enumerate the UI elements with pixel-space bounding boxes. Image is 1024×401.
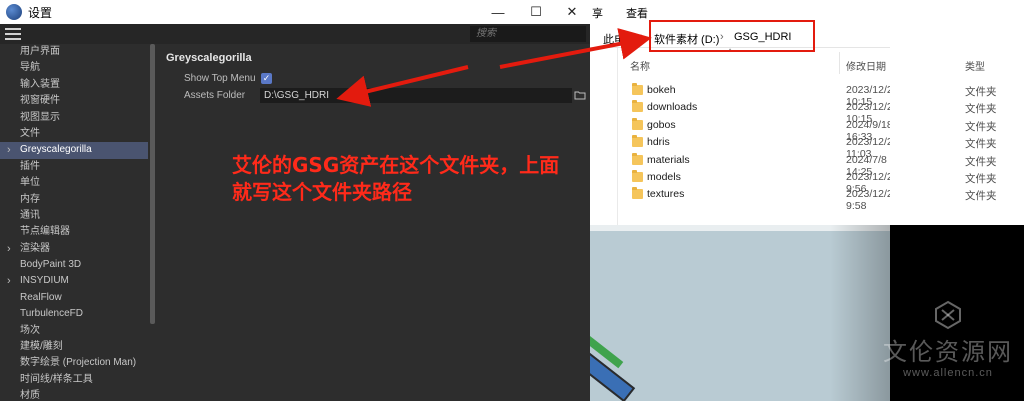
folder-icon <box>632 83 643 95</box>
menu-share[interactable]: 享 <box>592 5 603 21</box>
column-header-type[interactable]: 类型 <box>965 58 985 73</box>
settings-toolbar <box>0 24 590 44</box>
settings-panel: Greyscalegorilla Show Top Menu ✓ Assets … <box>158 44 590 401</box>
sidebar-item[interactable]: 视窗硬件 <box>0 93 148 109</box>
maximize-button[interactable]: ☐ <box>516 0 556 24</box>
folder-icon <box>632 170 643 182</box>
annotation-line-2: 就写这个文件夹路径 <box>232 180 412 204</box>
column-separator[interactable] <box>839 52 840 74</box>
sidebar-item[interactable]: RealFlow <box>0 290 148 306</box>
search-input[interactable] <box>470 26 586 42</box>
file-row[interactable]: downloads 2023/12/20 10:15 <box>630 99 899 125</box>
annotation-text: 艾伦的GSG资产在这个文件夹，上面 就写这个文件夹路径 <box>232 152 592 206</box>
column-header-name[interactable]: 名称 <box>630 58 650 73</box>
sidebar-item[interactable]: 渲染器 <box>0 241 148 258</box>
folder-browse-icon[interactable] <box>574 89 586 101</box>
sidebar-item[interactable]: 材质 <box>0 388 148 401</box>
folder-icon <box>632 117 643 130</box>
sidebar-item[interactable]: TurbulenceFD <box>0 306 148 322</box>
sidebar-item[interactable]: 节点编辑器 <box>0 224 148 240</box>
sidebar-item[interactable]: 数字绘景 (Projection Man) <box>0 355 148 371</box>
file-name: models <box>647 171 681 183</box>
sidebar-item[interactable]: 视图显示 <box>0 110 148 126</box>
folder-icon <box>632 135 643 148</box>
sidebar-item[interactable]: 场次 <box>0 323 148 339</box>
minimize-icon: — <box>491 4 505 20</box>
hamburger-menu-icon[interactable] <box>5 28 21 40</box>
file-type: 文件夹 <box>965 173 997 185</box>
navigation-pane <box>590 48 618 225</box>
folder-icon <box>632 187 643 200</box>
title-bar: 设置 — ☐ ✕ <box>0 0 590 24</box>
sidebar-item[interactable]: 单位 <box>0 175 148 191</box>
watermark-name: 文伦资源网 <box>883 338 1013 366</box>
file-name: textures <box>647 188 685 201</box>
sidebar-item[interactable]: 插件 <box>0 159 148 175</box>
sidebar-scrollbar[interactable] <box>150 44 155 324</box>
sidebar-item[interactable]: 建模/雕刻 <box>0 339 148 355</box>
file-row[interactable]: hdris 2023/12/20 11:03 <box>630 134 899 160</box>
breadcrumb-separator-icon: › <box>640 31 644 43</box>
file-name: materials <box>647 153 690 166</box>
file-row[interactable]: gobos 2024/9/18 16:33 <box>630 117 893 143</box>
assets-folder-label: Assets Folder <box>184 90 246 101</box>
maximize-icon: ☐ <box>530 4 542 19</box>
file-name: gobos <box>647 118 676 131</box>
show-top-menu-checkbox[interactable]: ✓ <box>261 73 272 84</box>
close-button[interactable]: ✕ <box>552 0 592 24</box>
show-top-menu-label: Show Top Menu <box>184 73 256 84</box>
file-row[interactable]: textures 2023/12/22 9:58 <box>630 186 899 212</box>
file-type: 文件夹 <box>965 86 997 98</box>
cinema4d-app-icon <box>6 4 22 20</box>
annotation-line-1: 艾伦的GSG资产在这个文件夹，上面 <box>232 153 560 177</box>
close-icon: ✕ <box>566 4 578 19</box>
file-type: 文件夹 <box>965 190 997 203</box>
sidebar-item[interactable]: 文件 <box>0 126 148 142</box>
settings-window: 设置 — ☐ ✕ 用户界面导航输入装置视窗硬件视图显示文件Greyscalego… <box>0 0 590 401</box>
sidebar-item[interactable]: 通讯 <box>0 208 148 224</box>
sidebar-item[interactable]: INSYDIUM <box>0 273 148 290</box>
sidebar-item[interactable]: 时间线/样条工具 <box>0 372 148 388</box>
file-row[interactable]: materials 2024/7/8 14:25 <box>630 152 890 178</box>
highlight-box <box>649 20 815 52</box>
breadcrumb-this-pc[interactable]: 此电脑 <box>603 31 636 47</box>
minimize-button[interactable]: — <box>478 0 518 24</box>
folder-icon <box>632 100 643 113</box>
folder-icon <box>632 152 643 165</box>
sidebar-item[interactable]: BodyPaint 3D <box>0 257 148 273</box>
sidebar-item[interactable]: 导航 <box>0 60 148 76</box>
file-type: 文件夹 <box>965 120 997 133</box>
file-row[interactable]: models 2023/12/22 9:56 <box>630 169 899 195</box>
watermark: 文伦资源网 www.allencn.cn <box>878 300 1018 380</box>
explorer-right-area: 类型 文件夹 文件夹 文件夹 文件夹 文件夹 文件夹 文件夹 <box>890 0 1024 225</box>
column-header-date[interactable]: 修改日期 <box>846 58 886 73</box>
file-row[interactable]: bokeh 2023/12/20 10:15 <box>630 82 899 108</box>
sidebar-item[interactable]: 输入装置 <box>0 77 148 93</box>
settings-sidebar: 用户界面导航输入装置视窗硬件视图显示文件Greyscalegorilla插件单位… <box>0 44 148 401</box>
watermark-url: www.allencn.cn <box>903 367 993 379</box>
file-type: 文件夹 <box>965 155 997 168</box>
sidebar-item[interactable]: 用户界面 <box>0 44 148 60</box>
assets-folder-input[interactable]: D:\GSG_HDRI <box>260 88 572 103</box>
checkmark-icon: ✓ <box>262 73 271 83</box>
file-name: bokeh <box>647 84 676 96</box>
sidebar-item[interactable]: 内存 <box>0 192 148 208</box>
menu-view[interactable]: 查看 <box>626 5 648 21</box>
watermark-logo-icon <box>935 300 961 330</box>
file-name: downloads <box>647 101 698 114</box>
section-title: Greyscalegorilla <box>166 52 252 64</box>
screenshot-stage: 文伦资源网 www.allencn.cn 享 查看 此电脑 › 软件素材 (D:… <box>0 0 1024 401</box>
explorer-menubar: 享 查看 <box>590 0 890 22</box>
file-name: hdris <box>647 136 670 149</box>
window-title: 设置 <box>28 5 53 20</box>
sidebar-item[interactable]: Greyscalegorilla <box>0 142 148 159</box>
file-type: 文件夹 <box>965 138 997 151</box>
file-type: 文件夹 <box>965 103 997 116</box>
